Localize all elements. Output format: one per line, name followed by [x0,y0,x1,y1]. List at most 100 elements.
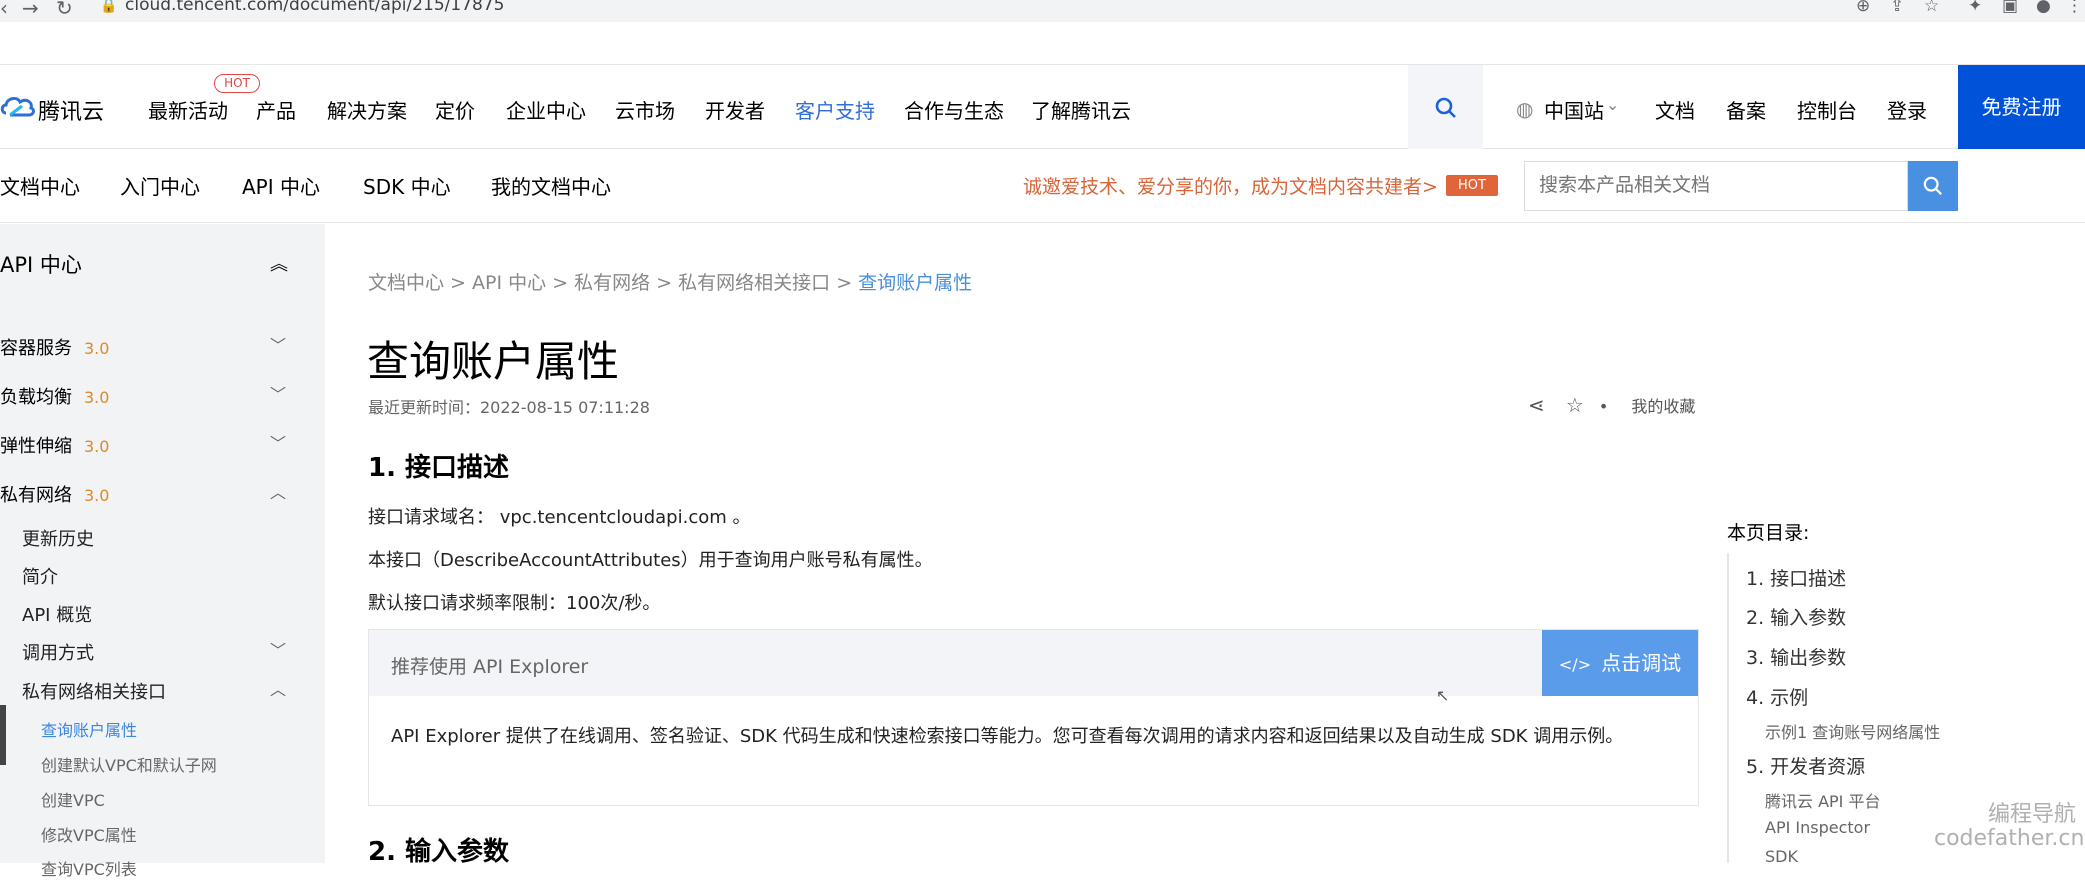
nav-about[interactable]: 了解腾讯云 [1031,95,1131,124]
chevron-down-icon[interactable]: ﹀ [270,332,286,356]
lock-icon: 🔒 [100,0,118,14]
toc-item[interactable]: 2. 输入参数 [1746,603,1846,630]
nav-customer-support[interactable]: 客户支持 [795,95,875,124]
subnav-api-center[interactable]: API 中心 [242,171,320,200]
extensions-icon[interactable]: ✦ [1968,0,1982,16]
nav-beian[interactable]: 备案 [1726,95,1766,124]
doc-search-button[interactable] [1908,161,1958,211]
favorite-star-icon[interactable]: ☆ [1566,393,1584,417]
subnav-getting-started[interactable]: 入门中心 [120,171,200,200]
toc-sub-item[interactable]: API Inspector [1765,818,1870,837]
breadcrumb-item[interactable]: 私有网络 [574,272,650,294]
page-title: 查询账户属性 [367,337,620,386]
mouse-cursor-icon: ↖ [1436,686,1450,705]
sidebar-leaf[interactable]: 创建VPC [41,787,105,811]
version-badge: 3.0 [84,388,110,407]
breadcrumb-item[interactable]: 文档中心 [368,272,444,294]
subnav-sdk-center[interactable]: SDK 中心 [363,171,451,200]
toc-item[interactable]: 5. 开发者资源 [1746,752,1865,779]
share-icon[interactable]: ⇪ [1890,0,1904,16]
toc-sub-item[interactable]: SDK [1765,847,1798,866]
chevron-down-icon[interactable]: ﹀ [270,381,286,405]
dot-separator: • [1598,397,1609,416]
domain-text: 接口请求域名： vpc.tencentcloudapi.com 。 [368,507,751,528]
sidebar-item-vpc-apis[interactable]: 私有网络相关接口 [22,678,166,704]
debug-button-label: 点击调试 [1601,651,1682,675]
brand-name[interactable]: 腾讯云 [38,94,104,126]
doc-search-field[interactable] [1524,161,1908,211]
nav-latest-events[interactable]: 最新活动 [148,95,228,124]
nav-products[interactable]: 产品 [256,95,296,124]
api-explorer-label: 推荐使用 API Explorer [391,656,589,678]
tencent-cloud-logo-icon[interactable] [0,91,36,125]
profile-icon[interactable]: ● [2036,0,2051,16]
breadcrumb: 文档中心 > API 中心 > 私有网络 > 私有网络相关接口 > 查询账户属性 [368,272,973,294]
sidebar-section-containers[interactable]: 容器服务 3.0 [0,334,109,360]
rate-limit-text: 默认接口请求频率限制：100次/秒。 [368,593,661,614]
sidebar-leaf[interactable]: 查询VPC列表 [41,856,137,880]
doc-search-input[interactable] [1525,162,1895,208]
nav-developers[interactable]: 开发者 [705,95,765,124]
nav-enterprise[interactable]: 企业中心 [506,95,586,124]
sidebar-item-intro[interactable]: 简介 [22,563,58,589]
region-selector[interactable]: 中国站 [1544,95,1604,124]
sidebar-item-changelog[interactable]: 更新历史 [22,525,94,551]
nav-marketplace[interactable]: 云市场 [615,95,675,124]
sidebar-section-vpc[interactable]: 私有网络 3.0 [0,481,109,507]
debug-button[interactable]: </> 点击调试 [1542,630,1698,696]
reload-icon[interactable]: ↻ [56,0,73,20]
nav-pricing[interactable]: 定价 [435,95,475,124]
breadcrumb-item[interactable]: API 中心 [472,272,546,294]
url-text[interactable]: cloud.tencent.com/document/api/215/17875 [125,0,504,15]
toc-item[interactable]: 4. 示例 [1746,683,1808,710]
toc-item[interactable]: 1. 接口描述 [1746,564,1846,591]
chevron-down-icon[interactable]: ﹀ [270,430,286,454]
active-indicator [0,705,6,765]
nav-login[interactable]: 登录 [1887,95,1927,124]
sidebar: API 中心 ︽ 容器服务 3.0 ﹀ 负载均衡 3.0 ﹀ 弹性伸缩 3.0 ﹀ 私… [0,224,325,879]
sidebar-item-api-overview[interactable]: API 概览 [22,601,92,627]
subnav-doc-center[interactable]: 文档中心 [0,171,80,200]
version-badge: 3.0 [84,339,110,358]
chevron-down-icon[interactable]: ﹀ [270,637,286,661]
watermark-text: 编程导航 [1988,802,2077,827]
subnav-my-docs[interactable]: 我的文档中心 [491,171,611,200]
bookmark-star-icon[interactable]: ☆ [1924,0,1939,16]
nav-console[interactable]: 控制台 [1797,95,1857,124]
sidebar-section-label: 私有网络 [0,485,72,506]
chevron-up-icon[interactable]: ︿ [270,676,286,700]
register-button[interactable]: 免费注册 [1958,65,2085,150]
menu-icon[interactable]: ⋮ [2066,0,2083,16]
description-text: 本接口（DescribeAccountAttributes）用于查询用户账号私有… [368,550,933,571]
nav-docs[interactable]: 文档 [1655,95,1695,124]
sidebar-leaf-active[interactable]: 查询账户属性 [41,717,137,741]
sidebar-section-autoscaling[interactable]: 弹性伸缩 3.0 [0,432,109,458]
toc-item[interactable]: 3. 输出参数 [1746,643,1846,670]
zoom-icon[interactable]: ⊕ [1856,0,1870,16]
sidebar-leaf[interactable]: 创建默认VPC和默认子网 [41,752,217,776]
forward-icon[interactable]: → [22,0,39,20]
share-icon[interactable]: ⋖ [1528,393,1545,417]
my-favorites-link[interactable]: 我的收藏 [1631,397,1695,416]
toc-sub-item[interactable]: 示例1 查询账号网络属性 [1765,719,1940,743]
section-heading: 1. 接口描述 [368,453,510,483]
collapse-chevron-icon[interactable]: ︽ [270,250,288,276]
breadcrumb-current[interactable]: 查询账户属性 [858,272,972,294]
toc-sub-item[interactable]: 腾讯云 API 平台 [1765,788,1881,812]
top-search-button[interactable] [1408,65,1483,150]
breadcrumb-item[interactable]: 私有网络相关接口 [678,272,830,294]
chevron-down-icon[interactable]: ⌄ [1606,95,1619,114]
toc-title: 本页目录: [1727,522,1810,544]
nav-solutions[interactable]: 解决方案 [327,95,407,124]
chevron-up-icon[interactable]: ︿ [270,479,286,503]
watermark-text: codefather.cn [1934,826,2085,851]
sidebar-item-call-method[interactable]: 调用方式 [22,639,94,665]
nav-partners[interactable]: 合作与生态 [904,95,1004,124]
sidebar-section-clb[interactable]: 负载均衡 3.0 [0,383,109,409]
sidebar-leaf[interactable]: 修改VPC属性 [41,822,137,846]
sidebar-title[interactable]: API 中心 [0,249,82,279]
sidepanel-icon[interactable]: ▣ [2002,0,2018,16]
doc-subnav: 文档中心 入门中心 API 中心 SDK 中心 我的文档中心 诚邀爱技术、爱分享… [0,149,2085,223]
contributor-promo-link[interactable]: 诚邀爱技术、爱分享的你，成为文档内容共建者> [1023,172,1438,199]
back-icon[interactable]: ‹ [0,0,8,20]
